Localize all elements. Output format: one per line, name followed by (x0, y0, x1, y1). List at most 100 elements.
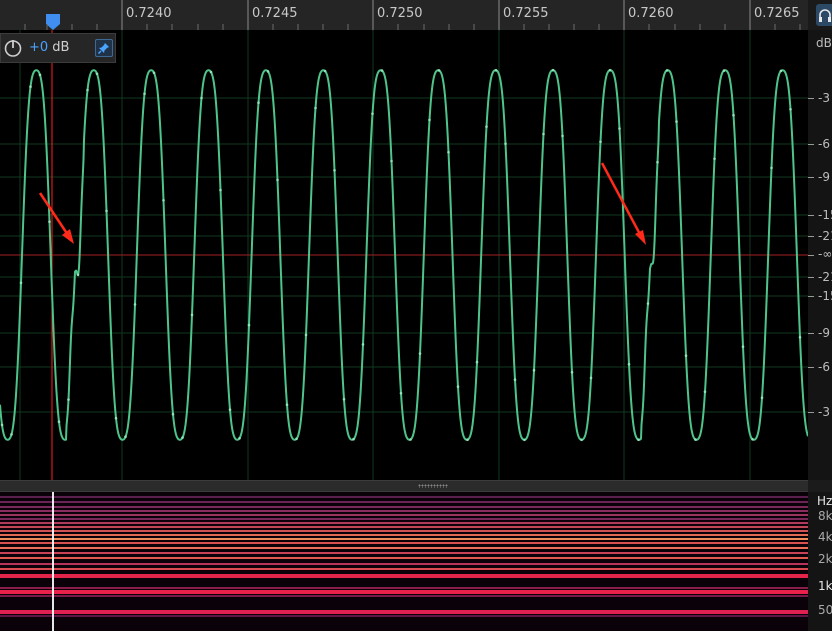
sample-point (257, 101, 260, 104)
db-label: -6 (818, 137, 830, 151)
sample-point (266, 70, 270, 73)
spectral-band (0, 510, 808, 512)
db-tick (808, 412, 814, 413)
spectral-band (0, 552, 808, 554)
frequency-scale: Hz 8k 4k 2k 1k 50 (808, 492, 832, 631)
spectral-band (0, 595, 808, 597)
volume-value: +0 (29, 40, 49, 55)
sample-point (133, 303, 137, 306)
sample-point (665, 69, 669, 72)
sample-point (314, 106, 317, 110)
sample-point (86, 88, 89, 92)
timeline-ruler[interactable]: 0.7240 0.7245 0.7250 0.7255 0.7260 0.726… (0, 0, 808, 31)
sample-point (209, 70, 213, 74)
waveform-display[interactable] (0, 30, 808, 480)
db-label: -21 (818, 229, 832, 243)
db-unit-label: dB (816, 36, 832, 50)
sample-point (532, 368, 536, 372)
sample-point (456, 385, 460, 389)
sample-point (390, 159, 393, 163)
spectral-band (0, 610, 808, 614)
db-label: -21 (818, 270, 832, 284)
sample-point (162, 199, 165, 202)
db-tick (808, 177, 814, 178)
clip-volume-panel: +0 dB (0, 33, 116, 63)
sample-point (722, 69, 726, 72)
hz-label: 50 (818, 603, 832, 617)
sample-point (0, 423, 4, 427)
hz-label: 2k (818, 552, 832, 566)
amplitude-scale: dB -3 -6 -9 -15 -21 -∞ -21 -15 -9 -6 -3 (808, 30, 832, 480)
sample-point (38, 73, 42, 77)
sample-point (485, 125, 488, 128)
sample-point (276, 178, 279, 182)
hz-label: 4k (818, 530, 832, 544)
db-label: -∞ (818, 247, 832, 261)
sample-point (285, 403, 289, 407)
sample-point (48, 220, 51, 223)
sample-point (228, 408, 232, 412)
sample-point (542, 132, 545, 136)
headphones-icon (819, 9, 831, 22)
sample-point (703, 390, 707, 394)
spectral-band (0, 496, 808, 498)
ruler-ticks (24, 0, 801, 30)
db-tick (808, 98, 814, 99)
sample-point (361, 343, 365, 346)
spectral-band (0, 526, 808, 528)
spectral-band (0, 557, 808, 559)
spectral-band (0, 563, 808, 565)
sample-point (342, 397, 346, 401)
sample-point (656, 160, 659, 164)
sample-point (380, 69, 384, 72)
pin-button[interactable] (95, 39, 113, 57)
sample-point (190, 313, 194, 317)
db-tick (808, 333, 814, 334)
volume-unit: dB (48, 40, 70, 55)
sample-point (789, 108, 792, 111)
power-icon[interactable] (3, 38, 23, 58)
splitter-grip-icon[interactable] (418, 484, 448, 488)
spectral-band (0, 542, 808, 544)
spectral-band (0, 568, 808, 570)
sample-point (295, 437, 298, 441)
sample-point (304, 333, 308, 337)
volume-readout[interactable]: +0 dB (29, 40, 69, 55)
sample-point (475, 360, 479, 364)
panel-splitter[interactable] (0, 480, 808, 492)
spectral-band (0, 538, 808, 540)
spectral-band (0, 518, 808, 520)
sample-point (760, 396, 764, 400)
sample-point (76, 273, 80, 276)
sample-point (171, 412, 175, 416)
sample-point (67, 398, 70, 401)
sample-point (114, 416, 118, 420)
sample-point (513, 378, 517, 382)
sample-point (694, 438, 697, 441)
db-label: -6 (818, 360, 830, 374)
spectral-band (0, 534, 808, 536)
sample-point (399, 391, 403, 395)
sample-point (428, 118, 431, 122)
db-tick (808, 255, 814, 256)
sample-point (684, 354, 688, 358)
sample-point (504, 142, 507, 146)
sample-point (95, 72, 99, 76)
sample-point (124, 435, 127, 439)
db-tick (808, 144, 814, 145)
headphones-button[interactable] (816, 4, 832, 26)
pin-icon (97, 43, 109, 55)
sample-point (200, 96, 203, 100)
spectral-band (0, 506, 808, 508)
db-label: -3 (818, 91, 830, 105)
sample-point (219, 188, 222, 192)
sample-point (238, 437, 241, 440)
sample-point (19, 281, 23, 285)
waveform-canvas[interactable] (0, 30, 808, 480)
spectral-display[interactable] (0, 492, 808, 631)
sample-point (580, 438, 583, 442)
sample-point (466, 438, 469, 442)
hz-unit-label: Hz (817, 494, 832, 508)
spectral-cursor[interactable] (52, 492, 54, 631)
sample-point (447, 150, 450, 154)
